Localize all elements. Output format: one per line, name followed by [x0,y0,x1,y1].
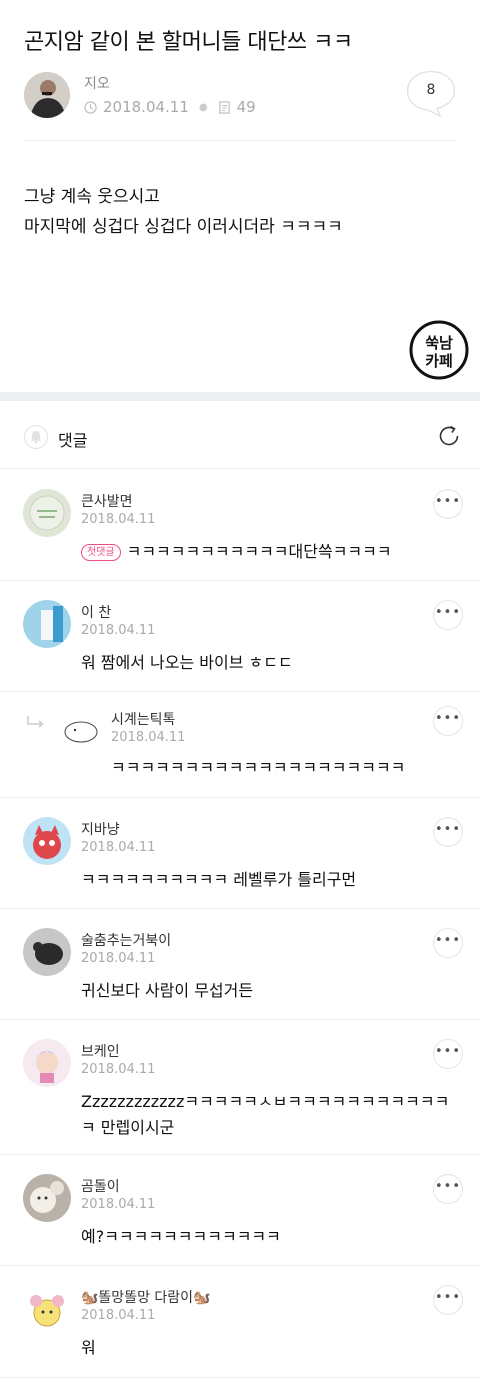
comment-date: 2018.04.11 [81,512,156,527]
commenter-name[interactable]: 이 찬 [81,602,111,622]
comment-count-button[interactable]: 8 [406,70,456,118]
more-dots-icon[interactable]: ••• [433,1039,463,1069]
comment-date: 2018.04.11 [111,730,186,745]
comment-text: ㅋㅋㅋㅋㅋㅋㅋㅋㅋㅋㅋㅋㅋㅋㅋㅋㅋㅋㅋㅋ [111,758,406,777]
clock-icon [84,100,97,114]
refresh-icon[interactable] [436,423,462,449]
comment-body: ㅋㅋㅋㅋㅋㅋㅋㅋㅋㅋㅋ대단쓱ㅋㅋㅋㅋ [126,542,392,561]
comment-item: 🐿️똘망똘망 다람이🐿️ 2018.04.11 워 ••• [0,1266,480,1378]
author-name[interactable]: 지오 [84,73,110,93]
comments-title: 댓글 [58,431,88,450]
commenter-name[interactable]: 큰사발면 [81,491,133,511]
more-dots-icon[interactable]: ••• [433,600,463,630]
comment-text: 워 짬에서 나오는 바이브 ㅎㄷㄷ [81,653,293,672]
post-meta: 2018.04.11 ● 49 [84,98,256,116]
comment-reply-item: 시계는틱톡 2018.04.11 ㅋㅋㅋㅋㅋㅋㅋㅋㅋㅋㅋㅋㅋㅋㅋㅋㅋㅋㅋㅋ ••… [0,692,480,798]
commenter-avatar[interactable] [23,817,71,865]
comment-item: 지바냥 2018.04.11 ㅋㅋㅋㅋㅋㅋㅋㅋㅋㅋ 레벨루가 틀리구먼 ••• [0,798,480,909]
meta-divider: ● [198,101,208,113]
content-line: 마지막에 싱겁다 싱겁다 이러시더라 ㅋㅋㅋㅋ [24,217,343,237]
comment-text: ㅋㅋㅋㅋㅋㅋㅋㅋㅋㅋ 레벨루가 틀리구먼 [81,870,357,889]
reply-arrow-icon [27,716,44,728]
commenter-avatar[interactable] [55,706,103,754]
commenter-avatar[interactable] [23,1174,71,1222]
comment-text: 첫댓글 ㅋㅋㅋㅋㅋㅋㅋㅋㅋㅋㅋ대단쓱ㅋㅋㅋㅋ [81,539,461,565]
post-views: 49 [236,98,256,116]
commenter-avatar[interactable] [23,928,71,976]
svg-text:쑥남: 쑥남 [425,334,453,352]
comment-item: 큰사발면 2018.04.11 첫댓글 ㅋㅋㅋㅋㅋㅋㅋㅋㅋㅋㅋ대단쓱ㅋㅋㅋㅋ ••… [0,470,480,581]
cafe-stamp-logo: 쑥남 카페 [409,320,469,380]
commenter-avatar[interactable] [23,1285,71,1333]
comment-date: 2018.04.11 [81,1062,156,1077]
content-line: 그냥 계속 웃으시고 [24,187,160,207]
commenter-name[interactable]: 시계는틱톡 [111,709,175,729]
author-avatar[interactable] [24,72,70,118]
comment-date: 2018.04.11 [81,1308,156,1323]
commenter-name[interactable]: 브케인 [81,1041,120,1061]
more-dots-icon[interactable]: ••• [433,489,463,519]
more-dots-icon[interactable]: ••• [433,817,463,847]
comment-item: 술춤추는거북이 2018.04.11 귀신보다 사람이 무섭거든 ••• [0,909,480,1020]
post-content: 그냥 계속 웃으시고 마지막에 싱겁다 싱겁다 이러시더라 ㅋㅋㅋㅋ [24,182,343,242]
commenter-avatar[interactable] [23,489,71,537]
first-comment-badge: 첫댓글 [81,544,121,561]
commenter-avatar[interactable] [23,600,71,648]
more-dots-icon[interactable]: ••• [433,928,463,958]
section-separator [0,392,480,401]
commenter-name[interactable]: 곰돌이 [81,1176,120,1196]
commenter-name[interactable]: 🐿️똘망똘망 다람이🐿️ [81,1287,210,1307]
more-dots-icon[interactable]: ••• [433,706,463,736]
divider [24,140,456,141]
comment-item: 브케인 2018.04.11 Zzzzzzzzzzzzㅋㅋㅋㅋㅋㅅㅂㅋㅋㅋㅋㅋㅋ… [0,1020,480,1155]
comment-text: 귀신보다 사람이 무섭거든 [81,981,254,1000]
comment-count: 8 [426,82,436,98]
comment-date: 2018.04.11 [81,623,156,638]
comment-date: 2018.04.11 [81,840,156,855]
comment-text: Zzzzzzzzzzzzㅋㅋㅋㅋㅋㅅㅂㅋㅋㅋㅋㅋㅋㅋㅋㅋㅋㅋㅋ 만렙이시군 [81,1092,450,1137]
commenter-name[interactable]: 술춤추는거북이 [81,930,171,950]
more-dots-icon[interactable]: ••• [433,1174,463,1204]
comment-item: 곰돌이 2018.04.11 예?ㅋㅋㅋㅋㅋㅋㅋㅋㅋㅋㅋㅋ ••• [0,1155,480,1266]
commenter-name[interactable]: 지바냥 [81,819,120,839]
commenter-avatar[interactable] [23,1039,71,1087]
document-icon [218,100,230,114]
bell-icon[interactable] [24,425,48,449]
more-dots-icon[interactable]: ••• [433,1285,463,1315]
comment-date: 2018.04.11 [81,951,156,966]
post-date: 2018.04.11 [103,98,189,116]
comment-item: 이 찬 2018.04.11 워 짬에서 나오는 바이브 ㅎㄷㄷ ••• [0,581,480,692]
comment-date: 2018.04.11 [81,1197,156,1212]
post-title: 곤지암 같이 본 할머니들 대단쓰 ㅋㅋ [24,30,353,55]
comments-header: 댓글 [0,401,480,469]
comment-text: 워 [81,1338,96,1357]
svg-text:카페: 카페 [425,352,453,370]
comment-text: 예?ㅋㅋㅋㅋㅋㅋㅋㅋㅋㅋㅋㅋ [81,1227,281,1246]
